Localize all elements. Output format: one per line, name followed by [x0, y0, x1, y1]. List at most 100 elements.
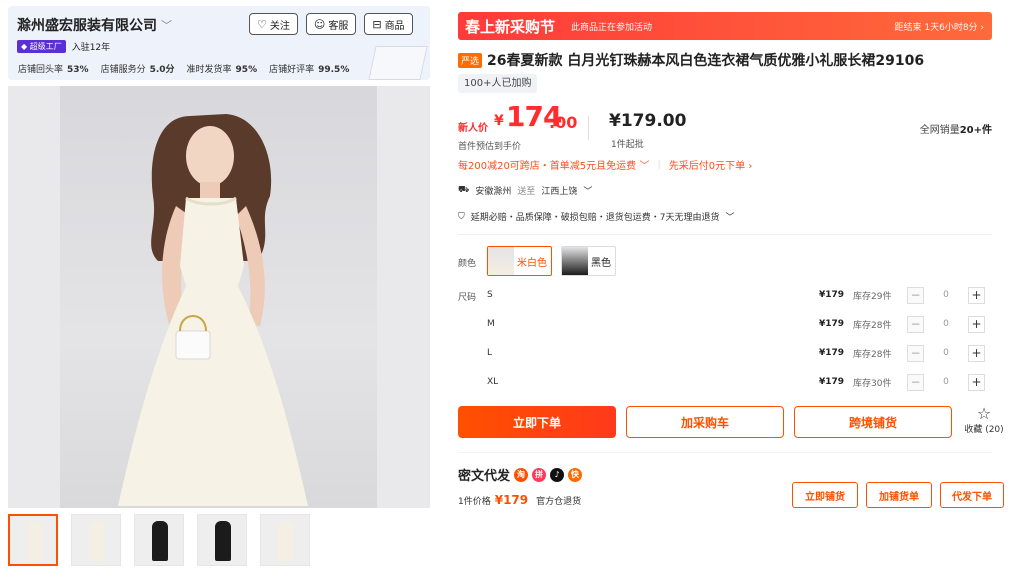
new-price-label: 新人价 — [458, 123, 488, 134]
thumbnail[interactable] — [197, 514, 247, 566]
list-now-button[interactable]: 立即铺货 — [792, 482, 858, 508]
douyin-icon: ♪ — [550, 467, 565, 482]
quantity-value[interactable]: 0 — [942, 377, 950, 387]
stat-item: 准时发货率 95% — [187, 62, 258, 75]
chevron-down-icon: ﹀ — [639, 161, 650, 172]
shipping-row[interactable]: ⛟ 安徽滁州 送至 江西上饶 ﹀ — [458, 184, 592, 197]
min-order-note: 1件起批 — [611, 140, 644, 150]
coupon-offer-text: 每200减20可跨店・首单减5元且免运费 — [458, 161, 637, 172]
factory-badge: ◆ 超级工厂 — [17, 40, 66, 53]
promo-countdown: 距结束 1天6小时8分 › — [894, 22, 985, 33]
size-row: L ¥179 库存28件 − 0 + — [487, 344, 992, 362]
shop-years: 入驻12年 — [71, 43, 111, 53]
dropship-price-label: 1件价格 — [458, 496, 491, 507]
thumbnail[interactable] — [134, 514, 184, 566]
quantity-value[interactable]: 0 — [942, 290, 950, 300]
follow-button[interactable]: ♡ 关注 — [249, 13, 298, 35]
size-row: M ¥179 库存28件 − 0 + — [487, 315, 992, 333]
guarantee-row[interactable]: ⛉ 延期必赔・品质保障・破损包赔・退货包运费・7天无理由退货 ﹀ — [458, 210, 735, 224]
chevron-down-icon: ﹀ — [725, 213, 735, 223]
shop-name[interactable]: 滁州盛宏服装有限公司 ﹀ — [17, 15, 172, 35]
plus-button[interactable]: + — [968, 315, 985, 333]
size-row: S ¥179 库存29件 − 0 + — [487, 286, 992, 304]
size-row: XL ¥179 库存30件 − 0 + — [487, 373, 992, 391]
minus-button[interactable]: − — [907, 373, 924, 391]
stat-value: 5.0分 — [149, 65, 175, 75]
star-icon: ☆ — [976, 404, 992, 423]
store-icon: ⊟ — [372, 17, 382, 31]
ship-from: 安徽滁州 — [475, 187, 512, 197]
pdd-icon: 拼 — [532, 467, 547, 482]
sales-count: 全网销量20+件 — [920, 121, 992, 136]
stat-label: 准时发货率 — [186, 65, 232, 75]
quantity-value[interactable]: 0 — [942, 348, 950, 358]
quantity-value[interactable]: 0 — [942, 319, 950, 329]
coupon-row: 每200减20可跨店・首单减5元且免运费 ﹀ | 先采后付0元下单 › — [458, 157, 752, 172]
heart-icon: ♡ — [257, 17, 267, 31]
plus-button[interactable]: + — [968, 373, 985, 391]
size-price: ¥179 — [819, 319, 845, 329]
thumbnail[interactable] — [71, 514, 121, 566]
thumbnail[interactable] — [260, 514, 310, 566]
add-to-list-button[interactable]: 加铺货单 — [866, 482, 932, 508]
color-option-beige[interactable]: 米白色 — [487, 246, 552, 276]
model-figure — [118, 114, 308, 506]
truck-icon: ⛟ — [458, 185, 470, 195]
color-option-label: 黑色 — [591, 257, 611, 269]
dropship-title-text: 密文代发 — [458, 469, 511, 484]
new-price-note: 首件预估到手价 — [458, 142, 522, 152]
goods-label: 商品 — [384, 20, 405, 32]
cross-border-button[interactable]: 跨境铺货 — [794, 406, 952, 438]
favorite-label: 收藏 (20) — [964, 425, 1004, 435]
chevron-down-icon: ﹀ — [583, 187, 593, 197]
coupon-offer[interactable]: 每200减20可跨店・首单减5元且免运费 ﹀ — [458, 157, 649, 172]
stat-label: 店铺好评率 — [269, 65, 315, 75]
shop-card: 滁州盛宏服装有限公司 ﹀ ♡ 关注 ☺ 客服 ⊟ 商品 ◆ 超级工厂 入驻12年 店铺… — [8, 6, 430, 80]
add-to-cart-button[interactable]: 加采购车 — [626, 406, 784, 438]
chevron-right-icon: › — [748, 161, 753, 172]
size-price: ¥179 — [819, 290, 845, 300]
divider: | — [657, 159, 661, 170]
shop-decoration — [368, 46, 428, 80]
minus-button[interactable]: − — [907, 286, 924, 304]
color-option-label: 米白色 — [517, 257, 547, 269]
kuaishou-icon: 快 — [568, 467, 583, 482]
quantity-stepper: − 0 + — [907, 286, 985, 304]
plus-button[interactable]: + — [968, 286, 985, 304]
price-divider — [588, 116, 589, 140]
taobao-icon: 淘 — [514, 467, 529, 482]
sales-label: 全网销量 — [919, 125, 960, 136]
favorite-button[interactable]: ☆ 收藏 (20) — [962, 404, 1006, 436]
color-swatch — [488, 247, 514, 275]
stat-item: 店铺回头率 53% — [18, 62, 89, 75]
color-option-black[interactable]: 黑色 — [561, 246, 616, 276]
minus-button[interactable]: − — [907, 344, 924, 362]
stat-label: 店铺回头率 — [18, 65, 64, 75]
yanxuan-tag: 严选 — [458, 52, 483, 68]
dropship-price: 1件价格 ¥179 官方仓退货 — [458, 493, 581, 507]
ship-to: 江西上饶 — [541, 187, 578, 197]
size-stock: 库存29件 — [853, 291, 892, 302]
guarantee-text: 延期必赔・品质保障・破损包赔・退货包运费・7天无理由退货 — [470, 213, 720, 223]
divider — [458, 234, 992, 235]
new-price-currency: ¥ — [494, 113, 504, 129]
promo-banner[interactable]: 春上新采购节 此商品正在参加活动 距结束 1天6小时8分 › — [458, 12, 992, 40]
service-button[interactable]: ☺ 客服 — [305, 13, 357, 35]
stat-item: 店铺好评率 99.5% — [269, 62, 349, 75]
dropship-return-note: 官方仓退货 — [536, 496, 582, 507]
stat-value: 99.5% — [318, 65, 350, 75]
thumbnail[interactable] — [8, 514, 58, 566]
product-main-image[interactable] — [8, 86, 430, 508]
base-price: ¥179.00 — [609, 111, 687, 131]
follow-label: 关注 — [269, 20, 290, 32]
goods-button[interactable]: ⊟ 商品 — [364, 13, 413, 35]
buy-now-button[interactable]: 立即下单 — [458, 406, 616, 438]
shield-icon: ⛉ — [458, 211, 465, 222]
dropship-order-button[interactable]: 代发下单 — [940, 482, 1004, 508]
minus-button[interactable]: − — [907, 315, 924, 333]
pay-later-link[interactable]: 先采后付0元下单 › — [669, 157, 753, 172]
chat-icon: ☺ — [313, 17, 326, 31]
plus-button[interactable]: + — [968, 344, 985, 362]
divider — [458, 452, 992, 453]
size-stock: 库存30件 — [853, 378, 892, 389]
